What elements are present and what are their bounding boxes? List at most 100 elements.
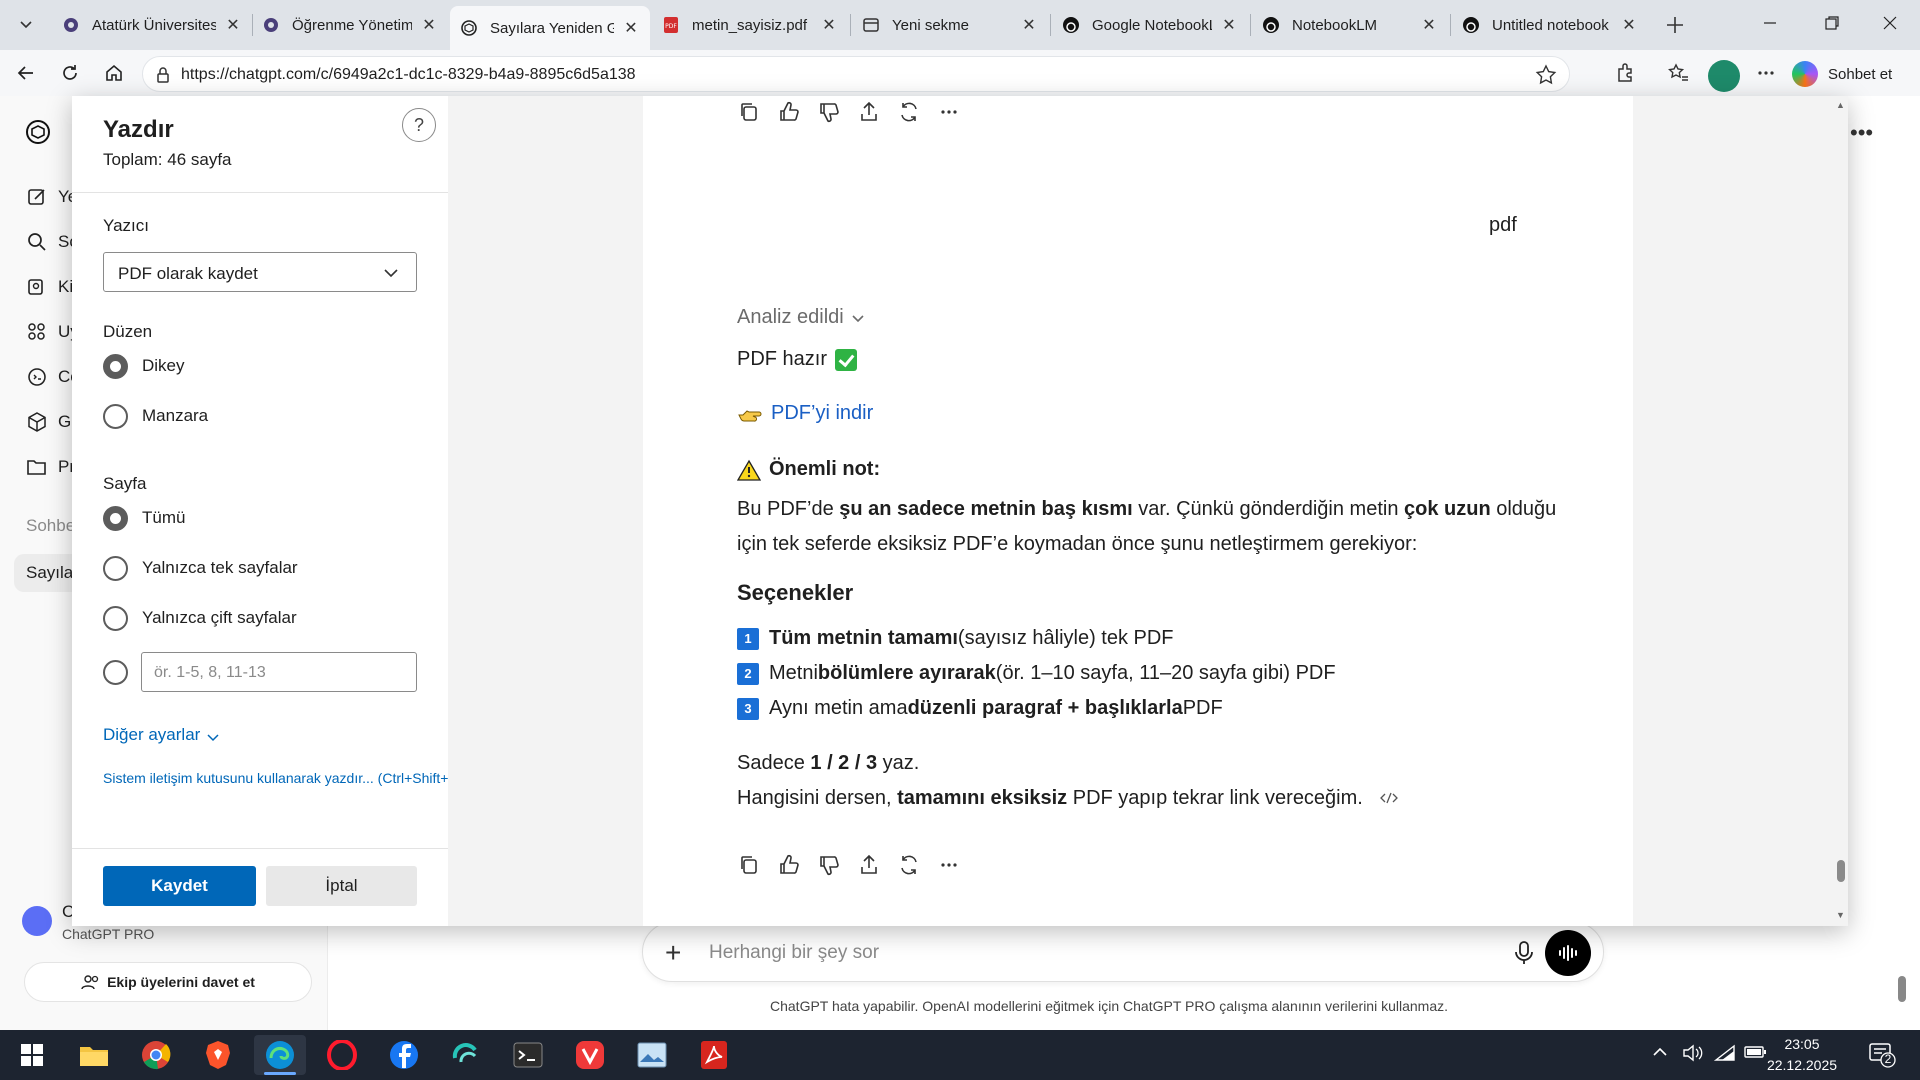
tab-pdf[interactable]: PDF metin_sayisiz.pdf ✕ xyxy=(652,6,848,44)
close-icon[interactable]: ✕ xyxy=(622,19,640,37)
thumbs-down-icon[interactable] xyxy=(817,853,841,877)
close-icon[interactable]: ✕ xyxy=(1020,16,1038,34)
microphone-icon[interactable] xyxy=(1511,939,1537,967)
copy-icon[interactable] xyxy=(737,853,761,877)
sidebar-item-gpts[interactable]: Gl xyxy=(26,411,75,433)
taskbar-chrome[interactable] xyxy=(130,1035,182,1075)
more-dots-icon[interactable] xyxy=(937,100,961,124)
taskbar-photos[interactable] xyxy=(626,1035,678,1075)
wifi-icon[interactable] xyxy=(1713,1044,1736,1065)
regenerate-icon[interactable] xyxy=(897,853,921,877)
save-button[interactable]: Kaydet xyxy=(103,866,256,906)
close-icon[interactable]: ✕ xyxy=(1220,16,1238,34)
taskbar-app-wave[interactable] xyxy=(440,1035,492,1075)
favorite-star-icon[interactable] xyxy=(1535,64,1557,86)
sidebar-item-apps[interactable]: Uy xyxy=(26,321,79,343)
refresh-button[interactable] xyxy=(54,57,86,89)
lock-icon[interactable] xyxy=(153,65,173,85)
radio-button[interactable] xyxy=(103,403,128,429)
pages-option-even[interactable]: Yalnızca çift sayfalar xyxy=(103,604,297,632)
system-dialog-link[interactable]: Sistem iletişim kutusunu kullanarak yazd… xyxy=(103,770,448,786)
close-icon[interactable]: ✕ xyxy=(1620,16,1638,34)
cancel-button[interactable]: İptal xyxy=(266,866,417,906)
scroll-down-icon[interactable]: ▼ xyxy=(1836,910,1845,920)
attach-plus-icon[interactable]: + xyxy=(665,937,681,969)
invite-team-button[interactable]: Ekip üyelerini davet et xyxy=(24,962,312,1002)
page-scrollbar-thumb[interactable] xyxy=(1898,976,1906,1002)
sidebar-item-new-chat[interactable]: Ye xyxy=(26,186,77,208)
sidebar-item-search[interactable]: Sc xyxy=(26,231,78,253)
message-composer[interactable]: + Herhangi bir şey sor xyxy=(642,922,1604,982)
extensions-button[interactable] xyxy=(1610,57,1642,89)
tab-notebooklm[interactable]: NotebookLM ✕ xyxy=(1252,6,1448,44)
radio-button[interactable] xyxy=(103,353,128,379)
start-button[interactable] xyxy=(6,1035,58,1075)
tab-chatgpt[interactable]: Sayılara Yeniden Gö ✕ xyxy=(450,6,650,50)
voice-mode-button[interactable] xyxy=(1545,930,1591,976)
tray-chevron-icon[interactable] xyxy=(1652,1044,1668,1063)
close-icon[interactable]: ✕ xyxy=(224,16,242,34)
openai-logo-icon[interactable] xyxy=(24,118,52,146)
back-button[interactable] xyxy=(10,57,42,89)
new-tab-button[interactable] xyxy=(1658,8,1692,42)
taskbar-edge[interactable] xyxy=(254,1035,306,1075)
conversation-menu-icon[interactable]: ••• xyxy=(1850,120,1873,146)
sidebar-item-projects[interactable]: Pr xyxy=(26,456,75,478)
menu-button[interactable] xyxy=(1750,57,1782,89)
layout-option-portrait[interactable]: Dikey xyxy=(103,352,185,380)
address-bar[interactable]: https://chatgpt.com/c/6949a2c1-dc1c-8329… xyxy=(142,56,1570,92)
download-link[interactable]: PDF’yi indir xyxy=(737,402,873,425)
printer-select[interactable]: PDF olarak kaydet xyxy=(103,252,417,292)
regenerate-icon[interactable] xyxy=(897,100,921,124)
share-icon[interactable] xyxy=(857,853,881,877)
taskbar-facebook[interactable] xyxy=(378,1035,430,1075)
help-icon[interactable]: ? xyxy=(402,108,436,142)
tab-google-notebooklm[interactable]: Google NotebookLM ✕ xyxy=(1052,6,1248,44)
layout-option-landscape[interactable]: Manzara xyxy=(103,402,208,430)
scroll-up-icon[interactable]: ▲ xyxy=(1836,100,1845,110)
tab-untitled-notebook[interactable]: Untitled notebook ✕ xyxy=(1452,6,1648,44)
user-avatar[interactable] xyxy=(22,906,52,936)
radio-button[interactable] xyxy=(103,505,128,531)
radio-button[interactable] xyxy=(103,659,128,685)
restore-button[interactable] xyxy=(1802,0,1862,46)
radio-button[interactable] xyxy=(103,605,128,631)
pages-option-odd[interactable]: Yalnızca tek sayfalar xyxy=(103,554,298,582)
preview-scrollbar[interactable]: ▲ ▼ xyxy=(1833,96,1848,926)
pages-option-all[interactable]: Tümü xyxy=(103,504,185,532)
taskbar-acrobat[interactable] xyxy=(688,1035,740,1075)
profile-avatar[interactable] xyxy=(1708,60,1740,92)
favorites-button[interactable] xyxy=(1662,57,1694,89)
close-icon[interactable]: ✕ xyxy=(1420,16,1438,34)
pages-option-custom[interactable] xyxy=(103,658,128,686)
composer-placeholder[interactable]: Herhangi bir şey sor xyxy=(709,942,879,964)
minimize-button[interactable] xyxy=(1740,0,1800,46)
page-range-input[interactable]: ör. 1-5, 8, 11-13 xyxy=(141,652,417,692)
analyzed-toggle[interactable]: Analiz edildi xyxy=(737,306,866,329)
scrollbar-thumb[interactable] xyxy=(1837,860,1845,882)
tab-ataturk[interactable]: Atatürk Üniversitesi ✕ xyxy=(52,6,252,44)
taskbar-terminal[interactable] xyxy=(502,1035,554,1075)
tab-list-button[interactable] xyxy=(10,8,42,40)
copilot-button[interactable]: Sohbet et xyxy=(1792,56,1892,92)
close-window-button[interactable] xyxy=(1860,0,1920,46)
thumbs-down-icon[interactable] xyxy=(817,100,841,124)
close-icon[interactable]: ✕ xyxy=(820,16,838,34)
sidebar-item-library[interactable]: Ki xyxy=(26,276,73,298)
share-icon[interactable] xyxy=(857,100,881,124)
radio-button[interactable] xyxy=(103,555,128,581)
taskbar-brave[interactable] xyxy=(192,1035,244,1075)
close-icon[interactable]: ✕ xyxy=(420,16,438,34)
more-dots-icon[interactable] xyxy=(937,853,961,877)
more-settings-link[interactable]: Diğer ayarlar xyxy=(103,725,220,745)
taskbar-file-explorer[interactable] xyxy=(68,1035,120,1075)
tab-yeni-sekme[interactable]: Yeni sekme ✕ xyxy=(852,6,1048,44)
notification-center-button[interactable]: 2 xyxy=(1868,1042,1896,1068)
clock[interactable]: 23:05 22.12.2025 xyxy=(1762,1034,1842,1076)
code-icon[interactable] xyxy=(1380,792,1399,804)
thumbs-up-icon[interactable] xyxy=(777,100,801,124)
home-button[interactable] xyxy=(98,57,130,89)
thumbs-up-icon[interactable] xyxy=(777,853,801,877)
tab-ogrenme[interactable]: Öğrenme Yönetim S ✕ xyxy=(252,6,448,44)
volume-icon[interactable] xyxy=(1682,1044,1704,1065)
